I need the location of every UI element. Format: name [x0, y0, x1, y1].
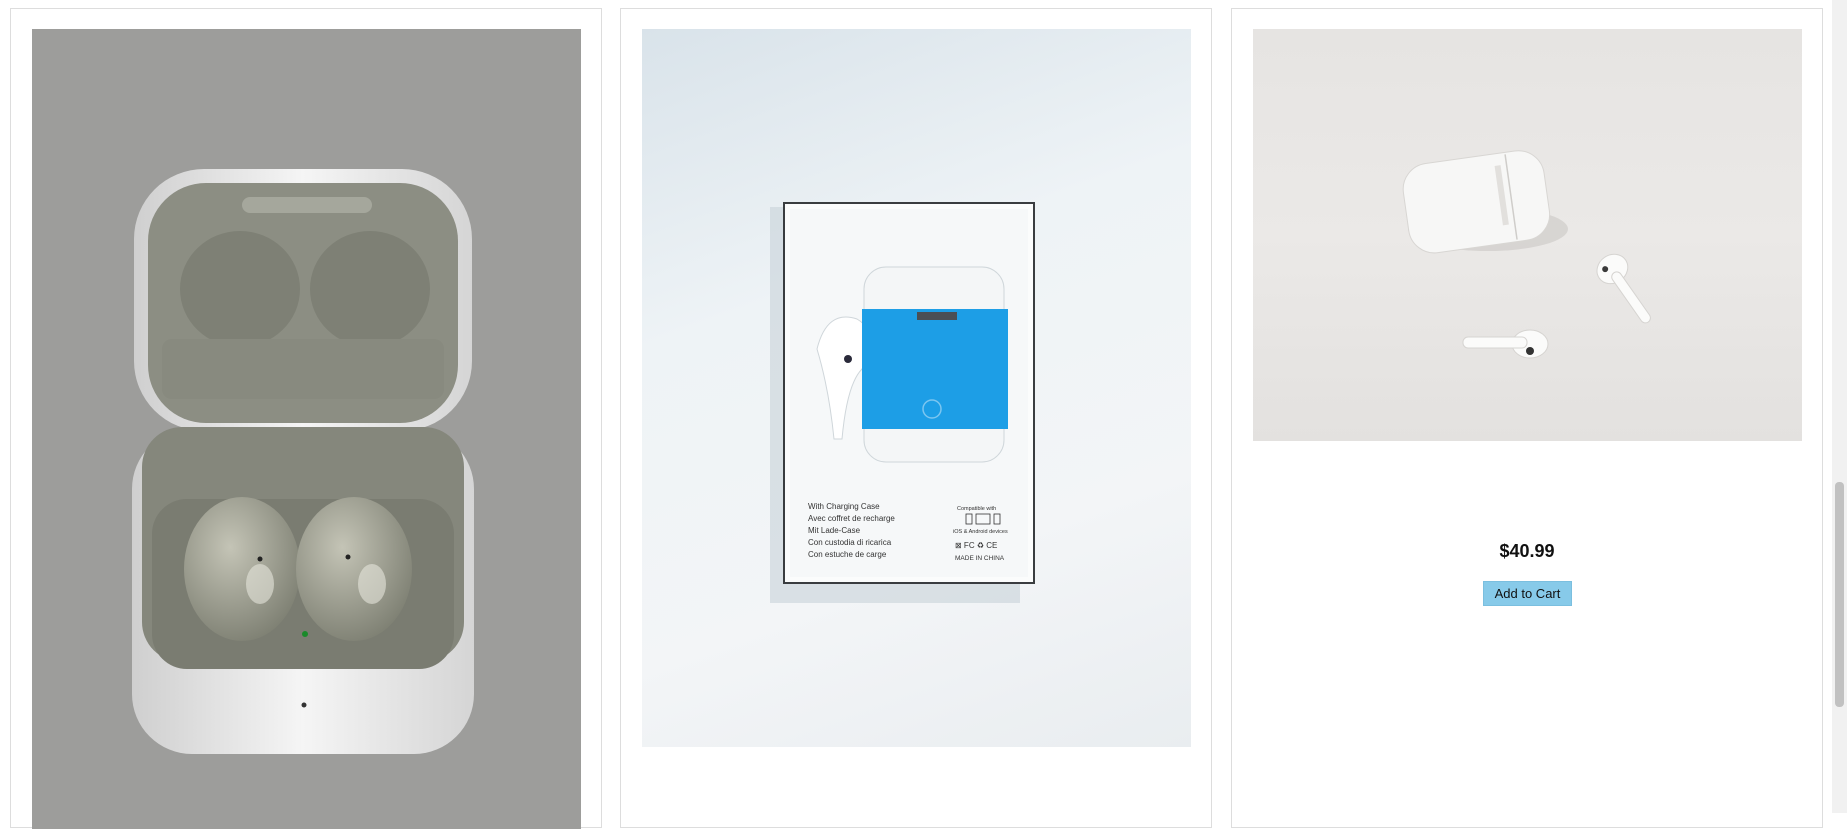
product-grid: With Charging Case Avec coffret de recha… [0, 0, 1832, 829]
add-to-cart-button[interactable]: Add to Cart [1483, 581, 1572, 606]
product-card: $40.99 Add to Cart [1231, 8, 1823, 828]
box-origin: MADE IN CHINA [955, 555, 1005, 562]
earbuds-open-case-icon [132, 169, 474, 754]
white-earbuds-icon [1402, 150, 1651, 359]
box-line-4: Con custodia di ricarica [808, 538, 892, 547]
box-line-3: Mit Lade-Case [808, 526, 861, 535]
product-image[interactable] [32, 29, 581, 829]
box-line-1: With Charging Case [808, 502, 880, 511]
scrollbar-thumb[interactable] [1835, 482, 1844, 707]
product-image[interactable] [1253, 29, 1802, 441]
box-compatible-label: Compatible with [957, 506, 996, 512]
product-card: With Charging Case Avec coffret de recha… [620, 8, 1212, 828]
product-price: $40.99 [1499, 541, 1555, 561]
product-image[interactable]: With Charging Case Avec coffret de recha… [642, 29, 1191, 747]
box-compatible-sub: iOS & Android devices [953, 529, 1008, 535]
box-line-5: Con estuche de carge [808, 550, 887, 559]
box-cert-marks: ⊠ FC ♻ CE [955, 541, 997, 550]
product-card [10, 8, 602, 829]
earbuds-box-icon: With Charging Case Avec coffret de recha… [770, 202, 1035, 603]
box-line-2: Avec coffret de recharge [808, 514, 895, 523]
page-scrollbar[interactable] [1832, 0, 1847, 813]
